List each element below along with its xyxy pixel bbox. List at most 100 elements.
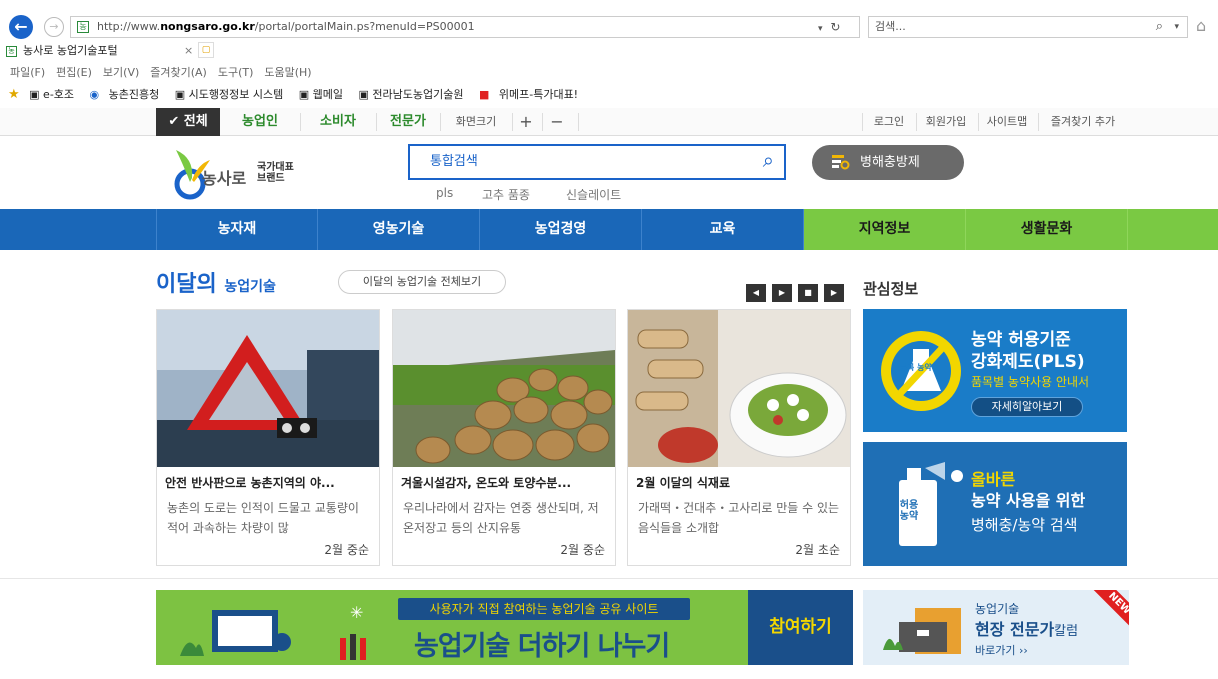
pls-detail-button[interactable]: 자세히알아보기 [971, 397, 1083, 417]
tab-consumer[interactable]: 소비자 [306, 108, 370, 136]
new-tab-button[interactable]: ▢ [198, 42, 214, 58]
share-title: 농업기술 더하기 나누기 [414, 631, 670, 662]
divider [578, 113, 579, 131]
main-search-input[interactable]: 통합검색 ⌕ [408, 144, 786, 180]
nav-regional-info[interactable]: 지역정보 [804, 209, 966, 250]
dropdown-icon[interactable]: ▾ [818, 24, 823, 34]
nav-education[interactable]: 교육 [642, 209, 804, 250]
pls-badge-text: 미등록 농약 [892, 363, 932, 372]
card-description: 우리나라에서 감자는 연중 생산되며, 저온저장고 등의 산지유통 [403, 501, 599, 535]
divider [512, 113, 513, 131]
food-dish-image [628, 310, 850, 467]
pest-line-3: 병해충/농약 검색 [971, 516, 1078, 534]
refresh-icon[interactable]: ↻ [830, 20, 840, 34]
nav-farm-management[interactable]: 농업경영 [480, 209, 642, 250]
tab-expert[interactable]: 전문가 [380, 108, 436, 136]
expert-column-banner[interactable]: 농업기술 현장 전문가칼럼 바로가기 ›› NEW [863, 590, 1129, 665]
expert-link[interactable]: 바로가기 ›› [975, 642, 1028, 658]
tech-card[interactable]: 안전 반사판으로 농촌지역의 야... 농촌의 도로는 인적이 드물고 교통량이… [156, 309, 380, 566]
stop-icon[interactable]: ■ [798, 284, 818, 302]
favorites-bar: ★ ▣ e-호조 ◉ 농촌진흥청 ▣ 시도행정정보 시스템 ▣ 웹메일 ▣ 전라… [8, 86, 590, 102]
favorite-link[interactable]: ▣ 시도행정정보 시스템 [175, 88, 289, 101]
logo-badge-line1: 국가대표 [257, 162, 294, 173]
signup-link[interactable]: 회원가입 [918, 108, 974, 136]
keyword-link[interactable]: 고추 품종 [482, 186, 530, 203]
tab-all[interactable]: ✔ 전체 [156, 108, 220, 136]
tech-share-banner[interactable]: ✳ 사용자가 직접 참여하는 농업기술 공유 사이트 농업기술 더하기 나누기 … [156, 590, 853, 665]
tractor-reflector-image [157, 310, 379, 467]
card-title: 2월 이달의 식재료 [636, 476, 730, 490]
divider [376, 113, 377, 131]
card-title: 겨울시설감자, 온도와 토양수분... [401, 476, 572, 490]
next-arrow-icon[interactable]: ▶ [772, 284, 792, 302]
keyword-link[interactable]: 신슬레이트 [566, 186, 621, 203]
expert-line-2: 현장 전문가칼럼 [975, 620, 1079, 639]
favorite-link[interactable]: ▣ e-호조 [29, 88, 80, 101]
card-description: 농촌의 도로는 인적이 드물고 교통량이 적어 과속하는 차량이 많 [167, 501, 359, 535]
view-all-button[interactable]: 이달의 농업기술 전체보기 [338, 270, 506, 294]
zoom-out-button[interactable]: − [544, 108, 570, 136]
potato-image [393, 310, 615, 467]
card-date: 2월 중순 [324, 543, 369, 557]
home-icon[interactable]: ⌂ [1196, 16, 1206, 35]
search-icon[interactable]: ⌕ [1156, 17, 1163, 37]
menu-bar[interactable]: 파일(F) 편집(E) 보기(V) 즐겨찾기(A) 도구(T) 도움말(H) [10, 64, 312, 80]
toolbox-illustration-icon [883, 608, 961, 654]
divider [862, 113, 863, 131]
browser-search-box[interactable]: 검색... ⌕ ▾ [868, 16, 1188, 38]
close-icon[interactable]: × [184, 41, 193, 61]
pest-control-button[interactable]: 병해충방제 [812, 145, 964, 180]
divider [300, 113, 301, 131]
url-domain: nongsaro.go.kr [160, 20, 255, 33]
favorite-link[interactable]: ◉ 농촌진흥청 [90, 88, 166, 101]
divider [978, 113, 979, 131]
expert-line-3: 칼럼 [1054, 624, 1079, 639]
favorite-link[interactable]: ▣ 웹메일 [299, 88, 349, 101]
nav-fill [1128, 209, 1218, 250]
site-favicon-icon: 농 [77, 21, 89, 33]
search-icon[interactable]: ⌕ [763, 144, 774, 176]
favorites-star-icon[interactable]: ★ [8, 87, 20, 102]
chevron-down-icon[interactable]: ▾ [1174, 17, 1179, 37]
nav-farm-materials[interactable]: 농자재 [156, 209, 318, 250]
play-icon[interactable]: ▶ [824, 284, 844, 302]
tab-favicon-icon: 농 [6, 45, 17, 57]
expert-line-1: 농업기술 [975, 602, 1020, 616]
address-bar[interactable]: 농 http://www.nongsaro.go.kr/portal/portal… [70, 16, 860, 38]
participate-button[interactable]: 참여하기 [748, 590, 853, 665]
favorite-link[interactable]: ■ 위메프-특가대표! [479, 88, 584, 101]
back-arrow-icon[interactable]: ← [9, 15, 33, 39]
section-title: 이달의 농업기술 [156, 266, 276, 298]
logo-badge-line2: 브랜드 [257, 173, 285, 184]
divider [916, 113, 917, 131]
pest-button-label: 병해충방제 [860, 155, 920, 170]
tab-title: 농사로 농업기술포털 [23, 44, 118, 57]
pest-line-2: 농약 사용을 위한 [971, 491, 1086, 510]
nav-farming-tech[interactable]: 영농기술 [318, 209, 480, 250]
tech-card[interactable]: 2월 이달의 식재료 가래떡・건대추・고사리로 만들 수 있는 음식들을 소개합… [627, 309, 851, 566]
card-date: 2월 중순 [560, 543, 605, 557]
url-prefix: http://www. [97, 20, 161, 33]
login-link[interactable]: 로그인 [866, 108, 912, 136]
pest-search-banner[interactable]: 허용 농약 올바른 농약 사용을 위한 병해충/농약 검색 [863, 442, 1127, 566]
list-search-icon [832, 155, 850, 170]
interest-title: 관심정보 [863, 280, 919, 298]
keyword-link[interactable]: pls [436, 186, 453, 200]
tab-farmer[interactable]: 농업인 [228, 108, 292, 136]
pls-title-2: 강화제도(PLS) [971, 352, 1085, 372]
prev-arrow-icon[interactable]: ◀ [746, 284, 766, 302]
site-top-bar: ✔ 전체 농업인 소비자 전문가 화면크기 + − 로그인 회원가입 사이트맵 … [0, 108, 1218, 136]
favorite-link[interactable]: ▣ 전라남도농업기술원 [358, 88, 469, 101]
forward-arrow-icon[interactable]: → [44, 17, 64, 37]
add-favorite-link[interactable]: 즐겨찾기 추가 [1040, 108, 1126, 136]
address-controls[interactable]: ▾ ↻ [818, 16, 840, 38]
tech-card[interactable]: 겨울시설감자, 온도와 토양수분... 우리나라에서 감자는 연중 생산되며, … [392, 309, 616, 566]
nav-life-culture[interactable]: 생활문화 [966, 209, 1128, 250]
card-description: 가래떡・건대추・고사리로 만들 수 있는 음식들을 소개합 [638, 501, 840, 535]
site-logo[interactable]: 농사로 국가대표 브랜드 [172, 142, 342, 202]
pls-banner[interactable]: 미등록 농약 농약 허용기준 강화제도(PLS) 품목별 농약사용 안내서 자세… [863, 309, 1127, 432]
browser-tab[interactable]: 농 농사로 농업기술포털 × [6, 41, 196, 61]
sitemap-link[interactable]: 사이트맵 [980, 108, 1034, 136]
zoom-in-button[interactable]: + [514, 108, 538, 136]
browser-chrome: ← → 농 http://www.nongsaro.go.kr/portal/po… [0, 0, 1218, 108]
